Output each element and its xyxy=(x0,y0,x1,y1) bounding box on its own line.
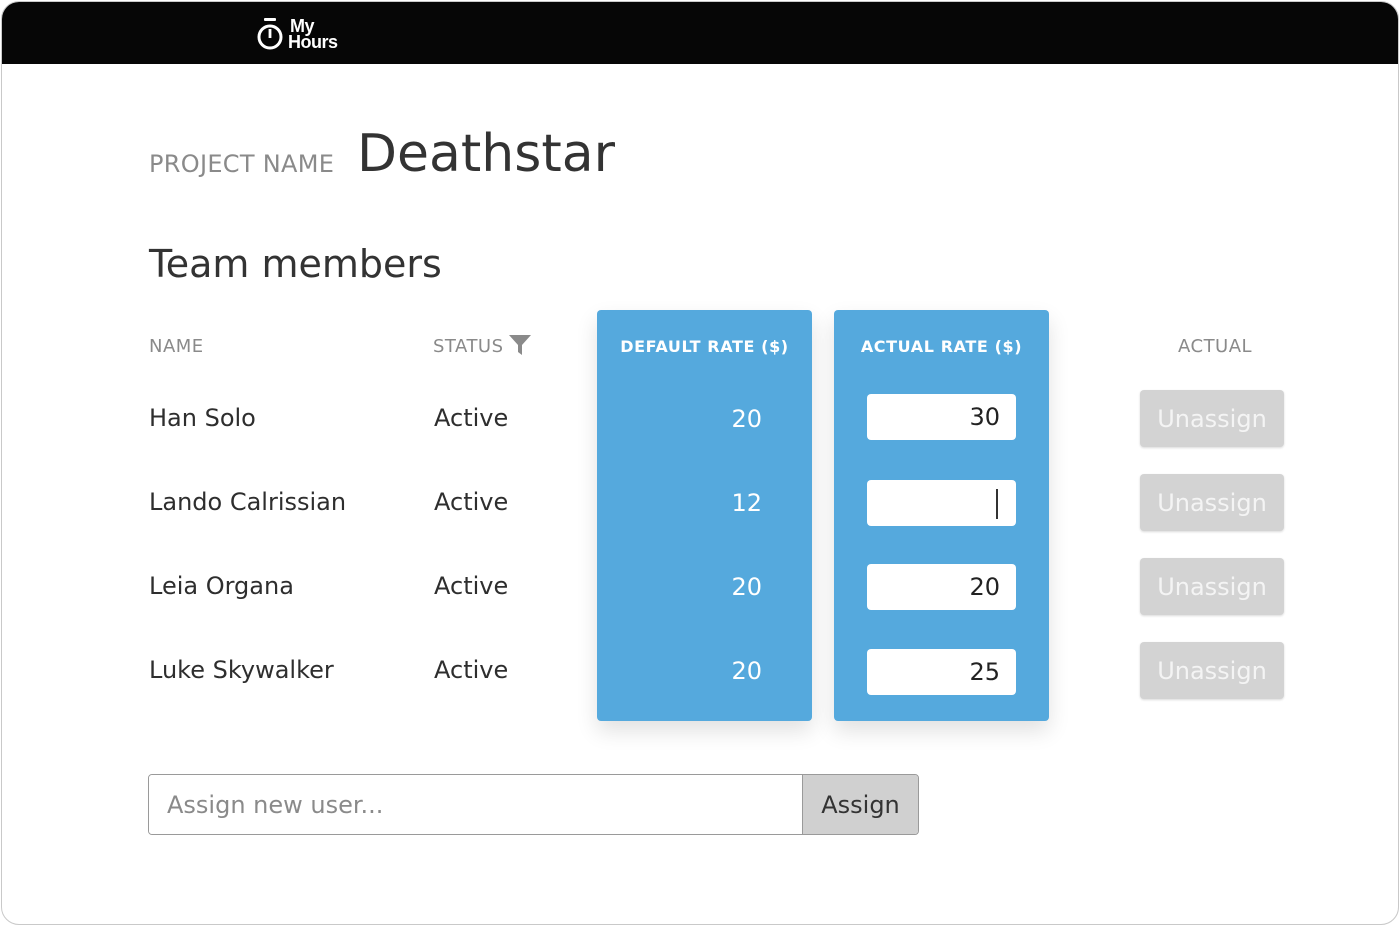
member-name: Luke Skywalker xyxy=(149,656,334,684)
app-logo[interactable]: My Hours xyxy=(256,16,338,52)
assign-user-form: Assign xyxy=(148,774,919,835)
logo-wordmark: My Hours xyxy=(288,17,338,52)
member-name: Leia Organa xyxy=(149,572,294,600)
default-rate-column: DEFAULT RATE ($) 20 12 20 20 xyxy=(597,310,812,721)
default-rate-value: 12 xyxy=(731,489,762,517)
unassign-button[interactable]: Unassign xyxy=(1140,642,1284,699)
top-bar: My Hours xyxy=(2,2,1398,64)
unassign-button[interactable]: Unassign xyxy=(1140,474,1284,531)
filter-icon[interactable] xyxy=(508,334,532,356)
default-rate-value: 20 xyxy=(731,405,762,433)
logo-line-hours: Hours xyxy=(288,32,338,52)
member-status: Active xyxy=(434,404,509,432)
member-status: Active xyxy=(434,488,509,516)
assign-button[interactable]: Assign xyxy=(802,775,918,834)
assign-user-input[interactable] xyxy=(149,775,802,834)
member-name: Lando Calrissian xyxy=(149,488,347,516)
stopwatch-icon xyxy=(257,18,283,50)
member-status: Active xyxy=(434,572,509,600)
actual-rate-input[interactable] xyxy=(867,649,1016,695)
actual-rate-column: ACTUAL RATE ($) xyxy=(834,310,1049,721)
text-cursor xyxy=(996,489,998,519)
column-header-actual: ACTUAL xyxy=(1178,336,1253,357)
member-status: Active xyxy=(434,656,509,684)
member-name: Han Solo xyxy=(149,404,256,432)
project-name-label: PROJECT NAME xyxy=(149,150,335,178)
app-window: My Hours PROJECT NAME Deathstar Team mem… xyxy=(1,1,1399,925)
team-members-heading: Team members xyxy=(149,242,442,286)
unassign-button[interactable]: Unassign xyxy=(1140,558,1284,615)
actual-rate-input[interactable] xyxy=(867,394,1016,440)
default-rate-value: 20 xyxy=(731,657,762,685)
actual-rate-input[interactable] xyxy=(867,564,1016,610)
column-header-actual-rate: ACTUAL RATE ($) xyxy=(860,337,1023,356)
column-header-name: NAME xyxy=(149,336,204,357)
unassign-button[interactable]: Unassign xyxy=(1140,390,1284,447)
column-header-default-rate: DEFAULT RATE ($) xyxy=(620,337,789,356)
column-header-status-label: STATUS xyxy=(433,336,504,357)
default-rate-value: 20 xyxy=(731,573,762,601)
column-header-status[interactable]: STATUS xyxy=(433,334,532,357)
project-name: Deathstar xyxy=(357,124,615,184)
actual-rate-input[interactable] xyxy=(867,480,1016,526)
